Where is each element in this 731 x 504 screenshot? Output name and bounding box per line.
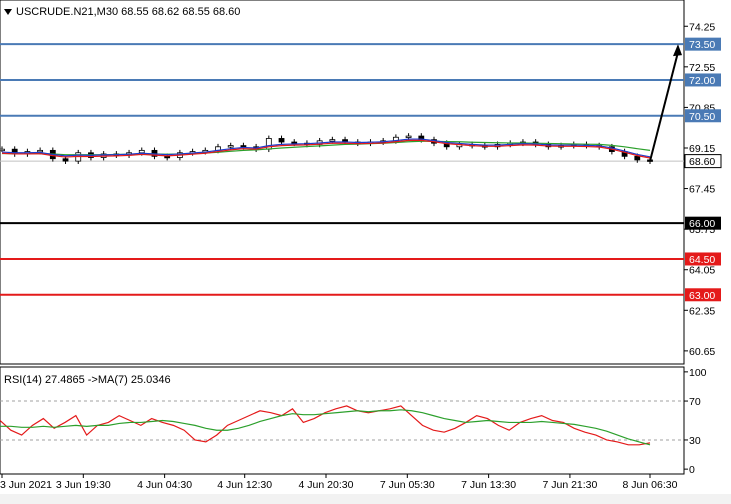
price-tick-label: 62.35 [689,305,715,317]
time-tick-label: 7 Jun 13:30 [461,479,516,491]
candle-body [291,141,298,144]
time-tick-label: 3 Jun 19:30 [56,479,111,491]
candle-body [405,135,412,138]
chart-canvas: USCRUDE.N21,M30 68.55 68.62 68.55 68.60 … [0,0,731,504]
time-tick-label: 3 Jun 2021 [0,479,52,491]
candle-body [138,149,145,154]
chart-title: USCRUDE.N21,M30 68.55 68.62 68.55 68.60 [16,6,240,18]
time-tick-label: 7 Jun 21:30 [542,479,597,491]
price-tick-label: 64.05 [689,265,715,277]
rsi-tick-label: 30 [689,435,701,447]
current-price-label: 68.60 [689,156,715,168]
price-tick-label: 72.55 [689,62,715,74]
rsi-axis: 100 70 30 0 [684,367,707,476]
rsi-tick-label: 100 [689,367,707,379]
level-badge-label: 73.50 [689,39,715,51]
price-tick-label: 60.65 [689,346,715,358]
level-badge-label: 64.50 [689,254,715,266]
candle-body [62,158,69,162]
candle-body [164,155,171,159]
bottom-band [0,494,731,504]
candle-body [634,155,641,161]
time-axis: 3 Jun 2021 3 Jun 19:30 4 Jun 04:30 4 Jun 12… [0,474,678,491]
price-panel [0,0,685,365]
price-tick-label: 67.45 [689,184,715,196]
rsi-title: RSI(14) 27.4865 ->MA(7) 25.0346 [4,374,171,386]
time-tick-label: 4 Jun 04:30 [137,479,192,491]
candle-body [0,148,5,152]
rsi-tick-label: 0 [689,464,695,476]
rsi-tick-label: 70 [689,396,701,408]
level-badge-label: 70.50 [689,111,715,123]
time-tick-label: 4 Jun 20:30 [299,479,354,491]
time-tick-label: 8 Jun 06:30 [623,479,678,491]
candle-body [227,145,234,148]
candle-body [240,145,247,148]
candle-body [278,138,285,143]
level-badge-label: 72.00 [689,75,715,87]
price-axis: 74.2572.5570.8569.1567.4565.7564.0562.35… [684,21,722,358]
level-badge-label: 66.00 [689,218,715,230]
price-tick-label: 69.15 [689,143,715,155]
price-tick-label: 74.25 [689,21,715,33]
candle-body [37,149,44,153]
time-tick-label: 4 Jun 12:30 [217,479,272,491]
time-tick-label: 7 Jun 05:30 [380,479,435,491]
level-badge-label: 63.00 [689,290,715,302]
candle-body [329,139,336,142]
